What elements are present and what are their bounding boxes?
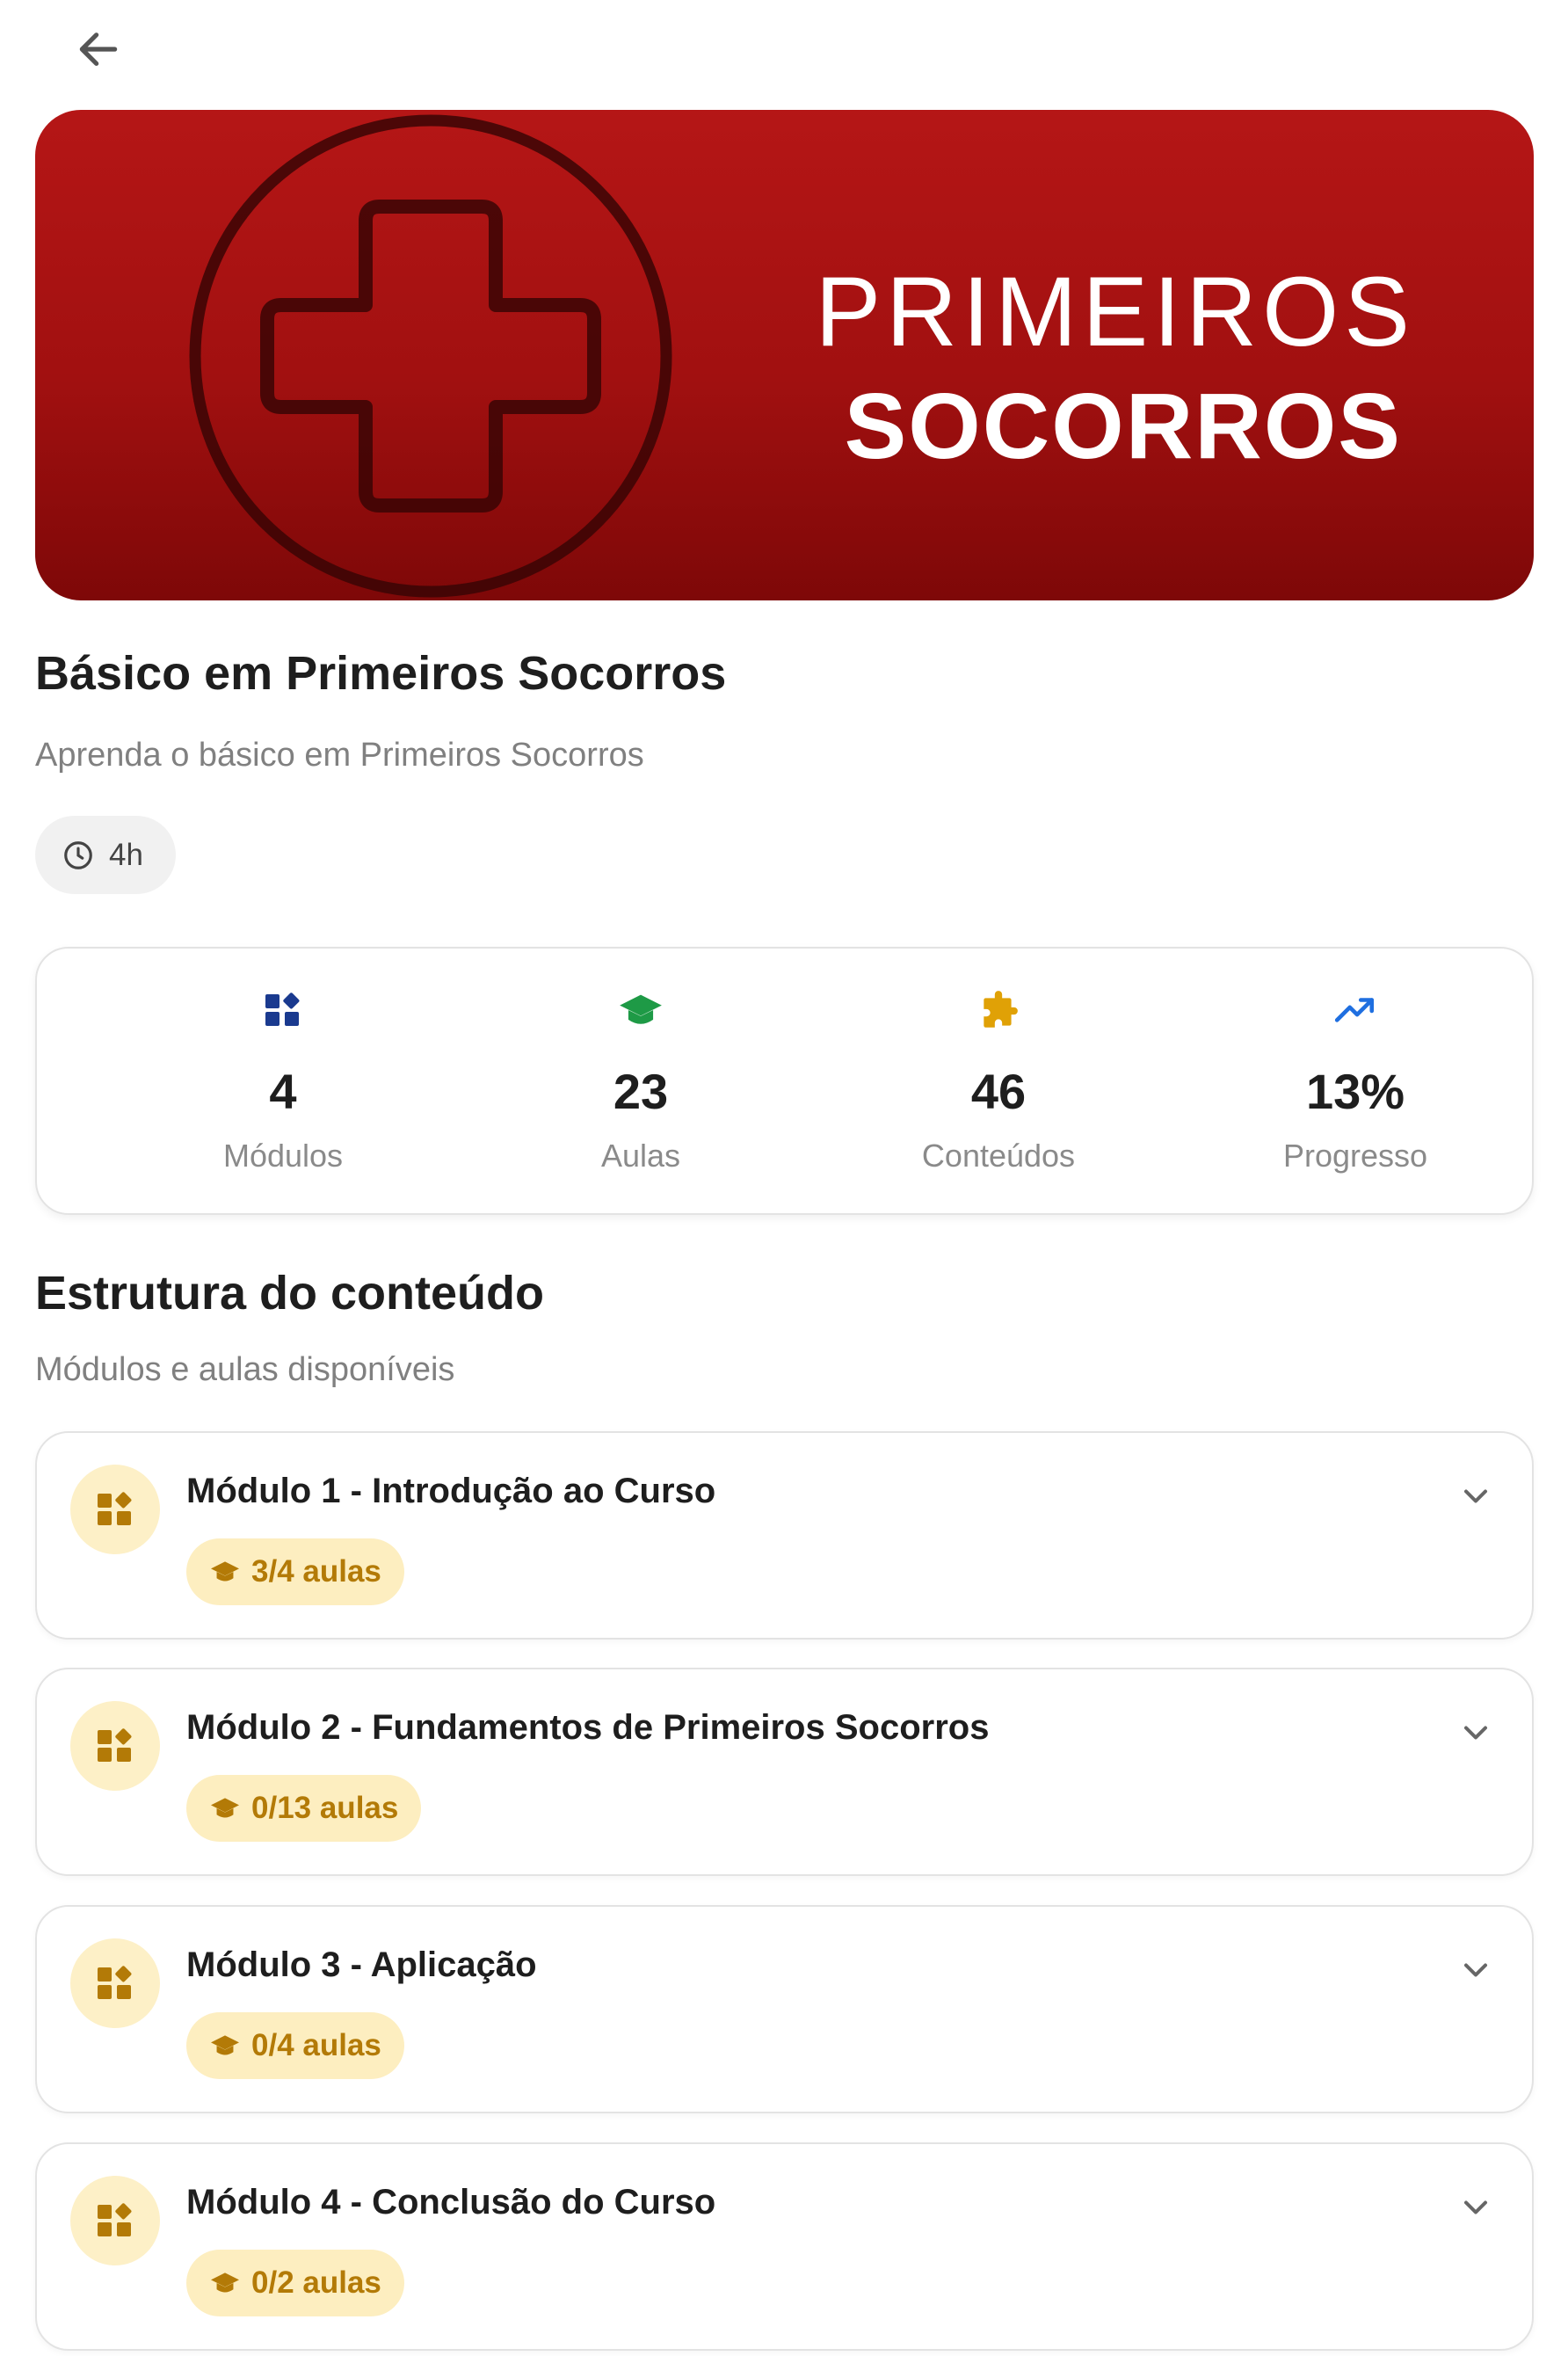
graduation-cap-icon: [211, 2035, 239, 2055]
stats-card: 4 Módulos 23 Aulas 46 Conteúdos 13% Prog…: [35, 947, 1534, 1215]
graduation-cap-icon: [211, 1798, 239, 1818]
stat-contents-value: 46: [970, 1064, 1027, 1119]
chevron-down-icon[interactable]: [1456, 1951, 1495, 1989]
modules-icon: [98, 1966, 132, 1999]
module-icon-wrapper: [70, 1465, 160, 1554]
structure-subtitle: Módulos e aulas disponíveis: [35, 1351, 455, 1388]
stat-lessons: 23 Aulas: [509, 949, 773, 1213]
stat-modules: 4 Módulos: [151, 949, 415, 1213]
stat-modules-value: 4: [269, 1064, 297, 1119]
course-banner: PRIMEIROS SOCORROS: [35, 110, 1534, 600]
lessons-count: 0/2 aulas: [251, 2265, 381, 2300]
arrow-left-icon: [79, 33, 118, 66]
clock-icon: [64, 840, 92, 869]
banner-title-line2: SOCORROS: [844, 374, 1402, 478]
graduation-cap-icon: [211, 1561, 239, 1582]
lessons-count: 3/4 aulas: [251, 1554, 381, 1589]
chevron-down-icon[interactable]: [1456, 1477, 1495, 1516]
modules-icon: [98, 1492, 132, 1525]
modules-icon: [98, 2203, 132, 2236]
module-card-4[interactable]: Módulo 4 - Conclusão do Curso 0/2 aulas: [35, 2142, 1534, 2351]
module-icon-wrapper: [70, 2176, 160, 2265]
graduation-cap-icon: [620, 994, 662, 1024]
duration-text: 4h: [109, 837, 143, 872]
module-icon-wrapper: [70, 1701, 160, 1791]
duration-badge: 4h: [35, 816, 176, 894]
puzzle-icon: [984, 991, 1018, 1028]
stat-contents: 46 Conteúdos: [867, 949, 1130, 1213]
module-title: Módulo 3 - Aplicação: [186, 1945, 537, 1984]
module-card-2[interactable]: Módulo 2 - Fundamentos de Primeiros Soco…: [35, 1668, 1534, 1876]
course-subtitle: Aprenda o básico em Primeiros Socorros: [35, 737, 644, 774]
chevron-down-icon[interactable]: [1456, 1713, 1495, 1752]
module-title: Módulo 4 - Conclusão do Curso: [186, 2183, 716, 2221]
stat-progress-value: 13%: [1305, 1064, 1405, 1119]
graduation-cap-icon: [211, 2272, 239, 2293]
lessons-badge: 0/13 aulas: [186, 1775, 422, 1842]
stat-modules-label: Módulos: [222, 1138, 344, 1174]
stat-progress-label: Progresso: [1282, 1138, 1428, 1174]
stat-lessons-value: 23: [613, 1064, 669, 1119]
trending-up-icon: [1334, 998, 1375, 1022]
modules-icon: [265, 993, 300, 1026]
module-title: Módulo 1 - Introdução ao Curso: [186, 1472, 716, 1510]
module-title: Módulo 2 - Fundamentos de Primeiros Soco…: [186, 1708, 990, 1747]
banner-title-line1: PRIMEIROS: [815, 257, 1415, 367]
lessons-count: 0/4 aulas: [251, 2028, 381, 2062]
module-card-1[interactable]: Módulo 1 - Introdução ao Curso 3/4 aulas: [35, 1431, 1534, 1640]
lessons-badge: 0/4 aulas: [186, 2012, 404, 2079]
course-title: Básico em Primeiros Socorros: [35, 647, 727, 700]
lessons-count: 0/13 aulas: [251, 1791, 399, 1825]
stat-contents-label: Conteúdos: [921, 1138, 1076, 1174]
module-icon-wrapper: [70, 1938, 160, 2028]
modules-icon: [98, 1728, 132, 1762]
module-card-3[interactable]: Módulo 3 - Aplicação 0/4 aulas: [35, 1905, 1534, 2113]
stat-progress: 13% Progresso: [1223, 949, 1487, 1213]
first-aid-cross-icon: [189, 114, 672, 598]
lessons-badge: 0/2 aulas: [186, 2250, 404, 2316]
structure-title: Estrutura do conteúdo: [35, 1267, 544, 1320]
chevron-down-icon[interactable]: [1456, 2188, 1495, 2227]
back-button[interactable]: [69, 19, 128, 79]
stat-lessons-label: Aulas: [600, 1138, 681, 1174]
lessons-badge: 3/4 aulas: [186, 1538, 404, 1605]
